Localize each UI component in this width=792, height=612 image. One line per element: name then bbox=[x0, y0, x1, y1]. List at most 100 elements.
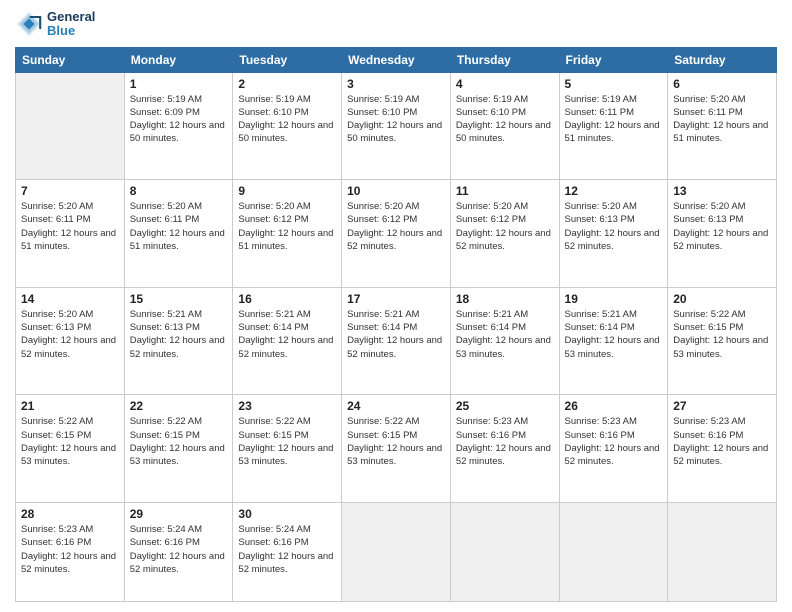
page: General Blue Sunday Monday Tuesday Wedne… bbox=[0, 0, 792, 612]
header-saturday: Saturday bbox=[668, 47, 777, 72]
day-number: 17 bbox=[347, 292, 445, 306]
day-number: 3 bbox=[347, 77, 445, 91]
day-info: Sunrise: 5:22 AMSunset: 6:15 PMDaylight:… bbox=[21, 415, 119, 468]
day-info: Sunrise: 5:20 AMSunset: 6:13 PMDaylight:… bbox=[565, 200, 663, 253]
table-row: 24 Sunrise: 5:22 AMSunset: 6:15 PMDayligh… bbox=[342, 395, 451, 503]
day-number: 23 bbox=[238, 399, 336, 413]
day-number: 19 bbox=[565, 292, 663, 306]
day-number: 29 bbox=[130, 507, 228, 521]
logo-text: General Blue bbox=[47, 10, 95, 39]
day-number: 16 bbox=[238, 292, 336, 306]
day-info: Sunrise: 5:19 AMSunset: 6:09 PMDaylight:… bbox=[130, 93, 228, 146]
day-number: 21 bbox=[21, 399, 119, 413]
table-row: 21 Sunrise: 5:22 AMSunset: 6:15 PMDayligh… bbox=[16, 395, 125, 503]
day-info: Sunrise: 5:23 AMSunset: 6:16 PMDaylight:… bbox=[456, 415, 554, 468]
day-info: Sunrise: 5:21 AMSunset: 6:14 PMDaylight:… bbox=[347, 308, 445, 361]
day-number: 6 bbox=[673, 77, 771, 91]
logo: General Blue bbox=[15, 10, 95, 39]
day-number: 12 bbox=[565, 184, 663, 198]
table-row: 15 Sunrise: 5:21 AMSunset: 6:13 PMDayligh… bbox=[124, 287, 233, 395]
header-friday: Friday bbox=[559, 47, 668, 72]
table-row: 12 Sunrise: 5:20 AMSunset: 6:13 PMDayligh… bbox=[559, 180, 668, 288]
day-info: Sunrise: 5:20 AMSunset: 6:12 PMDaylight:… bbox=[347, 200, 445, 253]
header-thursday: Thursday bbox=[450, 47, 559, 72]
day-number: 20 bbox=[673, 292, 771, 306]
day-number: 1 bbox=[130, 77, 228, 91]
day-info: Sunrise: 5:23 AMSunset: 6:16 PMDaylight:… bbox=[21, 523, 119, 576]
calendar-week-row: 7 Sunrise: 5:20 AMSunset: 6:11 PMDaylight… bbox=[16, 180, 777, 288]
weekday-header-row: Sunday Monday Tuesday Wednesday Thursday… bbox=[16, 47, 777, 72]
day-info: Sunrise: 5:24 AMSunset: 6:16 PMDaylight:… bbox=[238, 523, 336, 576]
table-row: 7 Sunrise: 5:20 AMSunset: 6:11 PMDaylight… bbox=[16, 180, 125, 288]
table-row: 22Sunrise: 5:22 AMSunset: 6:15 PMDayligh… bbox=[124, 395, 233, 503]
table-row: 11 Sunrise: 5:20 AMSunset: 6:12 PMDayligh… bbox=[450, 180, 559, 288]
day-info: Sunrise: 5:23 AMSunset: 6:16 PMDaylight:… bbox=[673, 415, 771, 468]
day-info: Sunrise: 5:21 AMSunset: 6:14 PMDaylight:… bbox=[456, 308, 554, 361]
day-info: Sunrise: 5:20 AMSunset: 6:13 PMDaylight:… bbox=[21, 308, 119, 361]
day-info: Sunrise: 5:22 AMSunset: 6:15 PMDaylight:… bbox=[673, 308, 771, 361]
day-number: 27 bbox=[673, 399, 771, 413]
table-row: 16 Sunrise: 5:21 AMSunset: 6:14 PMDayligh… bbox=[233, 287, 342, 395]
table-row: 5Sunrise: 5:19 AMSunset: 6:11 PMDaylight… bbox=[559, 72, 668, 180]
day-info: Sunrise: 5:21 AMSunset: 6:13 PMDaylight:… bbox=[130, 308, 228, 361]
table-row: 9 Sunrise: 5:20 AMSunset: 6:12 PMDaylight… bbox=[233, 180, 342, 288]
day-info: Sunrise: 5:19 AMSunset: 6:10 PMDaylight:… bbox=[238, 93, 336, 146]
table-row: 30 Sunrise: 5:24 AMSunset: 6:16 PMDayligh… bbox=[233, 502, 342, 601]
day-info: Sunrise: 5:21 AMSunset: 6:14 PMDaylight:… bbox=[238, 308, 336, 361]
table-row bbox=[668, 502, 777, 601]
table-row: 8 Sunrise: 5:20 AMSunset: 6:11 PMDaylight… bbox=[124, 180, 233, 288]
day-number: 10 bbox=[347, 184, 445, 198]
table-row: 6 Sunrise: 5:20 AMSunset: 6:11 PMDaylight… bbox=[668, 72, 777, 180]
day-number: 18 bbox=[456, 292, 554, 306]
table-row: 29 Sunrise: 5:24 AMSunset: 6:16 PMDayligh… bbox=[124, 502, 233, 601]
calendar-week-row: 14 Sunrise: 5:20 AMSunset: 6:13 PMDayligh… bbox=[16, 287, 777, 395]
calendar-table: Sunday Monday Tuesday Wednesday Thursday… bbox=[15, 47, 777, 602]
table-row: 25 Sunrise: 5:23 AMSunset: 6:16 PMDayligh… bbox=[450, 395, 559, 503]
day-number: 14 bbox=[21, 292, 119, 306]
table-row bbox=[342, 502, 451, 601]
day-info: Sunrise: 5:19 AMSunset: 6:10 PMDaylight:… bbox=[347, 93, 445, 146]
day-number: 9 bbox=[238, 184, 336, 198]
table-row: 23Sunrise: 5:22 AMSunset: 6:15 PMDayligh… bbox=[233, 395, 342, 503]
calendar-week-row: 21 Sunrise: 5:22 AMSunset: 6:15 PMDayligh… bbox=[16, 395, 777, 503]
header-tuesday: Tuesday bbox=[233, 47, 342, 72]
table-row: 27 Sunrise: 5:23 AMSunset: 6:16 PMDayligh… bbox=[668, 395, 777, 503]
day-number: 4 bbox=[456, 77, 554, 91]
day-number: 11 bbox=[456, 184, 554, 198]
day-number: 28 bbox=[21, 507, 119, 521]
day-number: 13 bbox=[673, 184, 771, 198]
header: General Blue bbox=[15, 10, 777, 39]
day-number: 30 bbox=[238, 507, 336, 521]
table-row bbox=[559, 502, 668, 601]
day-info: Sunrise: 5:20 AMSunset: 6:12 PMDaylight:… bbox=[238, 200, 336, 253]
table-row: 13Sunrise: 5:20 AMSunset: 6:13 PMDayligh… bbox=[668, 180, 777, 288]
table-row: 17 Sunrise: 5:21 AMSunset: 6:14 PMDayligh… bbox=[342, 287, 451, 395]
header-monday: Monday bbox=[124, 47, 233, 72]
day-info: Sunrise: 5:20 AMSunset: 6:12 PMDaylight:… bbox=[456, 200, 554, 253]
day-info: Sunrise: 5:20 AMSunset: 6:11 PMDaylight:… bbox=[130, 200, 228, 253]
header-sunday: Sunday bbox=[16, 47, 125, 72]
day-number: 2 bbox=[238, 77, 336, 91]
table-row: 20 Sunrise: 5:22 AMSunset: 6:15 PMDayligh… bbox=[668, 287, 777, 395]
day-info: Sunrise: 5:20 AMSunset: 6:11 PMDaylight:… bbox=[673, 93, 771, 146]
day-info: Sunrise: 5:20 AMSunset: 6:11 PMDaylight:… bbox=[21, 200, 119, 253]
day-info: Sunrise: 5:22 AMSunset: 6:15 PMDaylight:… bbox=[347, 415, 445, 468]
day-number: 22 bbox=[130, 399, 228, 413]
day-number: 15 bbox=[130, 292, 228, 306]
table-row bbox=[16, 72, 125, 180]
day-number: 24 bbox=[347, 399, 445, 413]
day-number: 7 bbox=[21, 184, 119, 198]
table-row: 28 Sunrise: 5:23 AMSunset: 6:16 PMDayligh… bbox=[16, 502, 125, 601]
day-info: Sunrise: 5:23 AMSunset: 6:16 PMDaylight:… bbox=[565, 415, 663, 468]
calendar-week-row: 28 Sunrise: 5:23 AMSunset: 6:16 PMDayligh… bbox=[16, 502, 777, 601]
day-info: Sunrise: 5:24 AMSunset: 6:16 PMDaylight:… bbox=[130, 523, 228, 576]
table-row: 19Sunrise: 5:21 AMSunset: 6:14 PMDayligh… bbox=[559, 287, 668, 395]
logo-icon bbox=[15, 10, 43, 38]
table-row: 18 Sunrise: 5:21 AMSunset: 6:14 PMDayligh… bbox=[450, 287, 559, 395]
day-number: 8 bbox=[130, 184, 228, 198]
day-info: Sunrise: 5:19 AMSunset: 6:11 PMDaylight:… bbox=[565, 93, 663, 146]
table-row: 14 Sunrise: 5:20 AMSunset: 6:13 PMDayligh… bbox=[16, 287, 125, 395]
day-info: Sunrise: 5:19 AMSunset: 6:10 PMDaylight:… bbox=[456, 93, 554, 146]
day-number: 25 bbox=[456, 399, 554, 413]
table-row: 4 Sunrise: 5:19 AMSunset: 6:10 PMDaylight… bbox=[450, 72, 559, 180]
